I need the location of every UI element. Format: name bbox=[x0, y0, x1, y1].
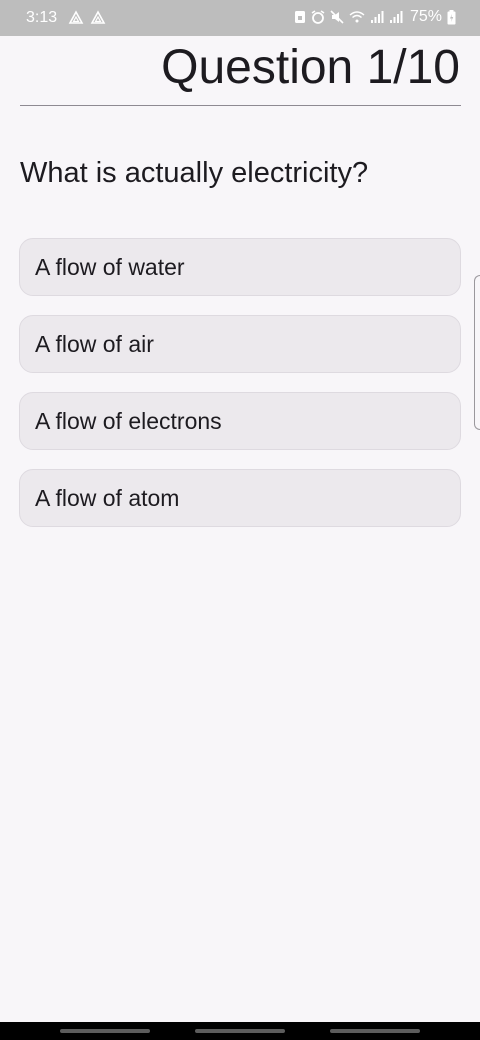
drive-icon bbox=[90, 10, 106, 26]
status-time: 3:13 bbox=[26, 9, 58, 26]
nav-home-button[interactable] bbox=[195, 1029, 285, 1033]
battery-icon bbox=[447, 9, 456, 25]
alarm-icon bbox=[311, 10, 325, 24]
edge-panel-handle[interactable] bbox=[474, 275, 480, 430]
status-right-icons: 75% bbox=[294, 8, 456, 26]
mute-icon bbox=[330, 10, 344, 24]
drive-icon bbox=[68, 10, 84, 26]
answer-option-water[interactable]: A flow of water bbox=[19, 238, 461, 296]
answer-option-electrons[interactable]: A flow of electrons bbox=[19, 392, 461, 450]
nav-recents-button[interactable] bbox=[60, 1029, 150, 1033]
answer-label: A flow of electrons bbox=[35, 407, 222, 434]
wifi-icon bbox=[349, 10, 365, 24]
divider bbox=[20, 105, 461, 106]
answer-option-atom[interactable]: A flow of atom bbox=[19, 469, 461, 527]
status-bar: 3:13 75% bbox=[0, 0, 480, 36]
sim-lock-icon bbox=[294, 10, 306, 24]
answer-label: A flow of atom bbox=[35, 484, 180, 511]
nav-back-button[interactable] bbox=[330, 1029, 420, 1033]
navigation-bar bbox=[0, 1022, 480, 1040]
signal-icon bbox=[370, 10, 384, 24]
status-left-icons bbox=[68, 10, 106, 26]
answer-label: A flow of air bbox=[35, 330, 154, 357]
signal-icon bbox=[389, 10, 403, 24]
page-title: Question 1/10 bbox=[161, 41, 460, 94]
answer-option-air[interactable]: A flow of air bbox=[19, 315, 461, 373]
answer-list: A flow of water A flow of air A flow of … bbox=[19, 238, 461, 546]
battery-percent: 75% bbox=[409, 8, 442, 25]
answer-label: A flow of water bbox=[35, 253, 185, 280]
question-text: What is actually electricity? bbox=[20, 157, 369, 189]
